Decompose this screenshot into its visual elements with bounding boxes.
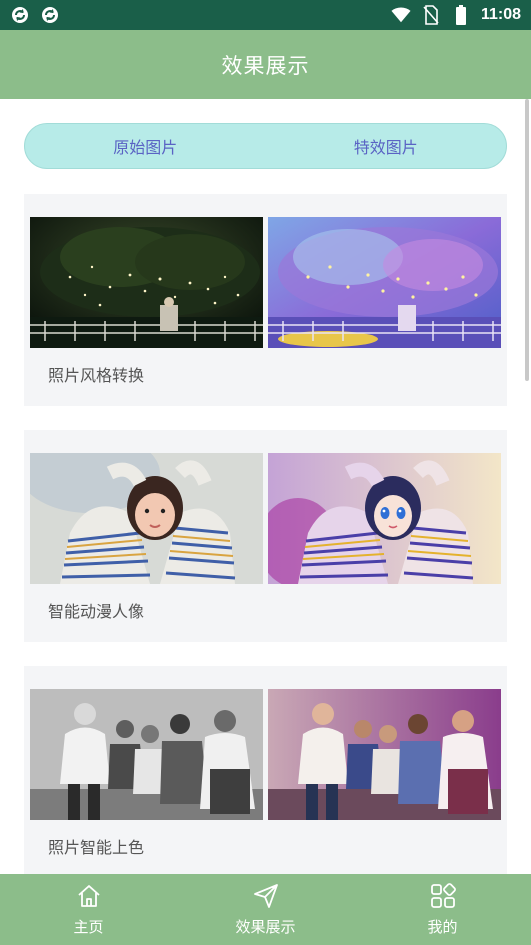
wifi-icon [391, 5, 411, 25]
effect-image [268, 453, 501, 584]
content-scroll[interactable]: 原始图片 特效图片 照片风格转换 智能动漫人像 照片智能上色 [0, 99, 531, 874]
home-icon [77, 885, 100, 907]
card-label: 照片风格转换 [48, 366, 145, 385]
effect-image [268, 217, 501, 348]
effect-image-button[interactable]: 特效图片 [266, 124, 507, 168]
nav-label: 效果展示 [235, 918, 296, 936]
send-icon [253, 884, 278, 908]
effect-card-style-transfer[interactable]: 照片风格转换 [24, 194, 507, 406]
scrollbar[interactable] [525, 99, 529, 381]
status-right-icons: 11:08 [391, 5, 521, 25]
effect-card-anime-portrait[interactable]: 智能动漫人像 [24, 430, 507, 642]
nav-item-mine[interactable]: 我的 [354, 874, 531, 945]
card-label: 照片智能上色 [48, 838, 145, 857]
status-time: 11:08 [480, 6, 521, 23]
nav-label: 我的 [427, 918, 458, 936]
status-left-icons [10, 5, 60, 25]
page-title: 效果展示 [221, 53, 310, 78]
sync-icon [40, 5, 60, 25]
card-images [30, 217, 501, 348]
sync-icon [10, 5, 30, 25]
card-images [30, 689, 501, 820]
original-image-button[interactable]: 原始图片 [25, 124, 266, 168]
bottom-nav: 主页 效果展示 我的 [0, 874, 531, 945]
status-bar: 11:08 [0, 0, 531, 30]
effect-image [268, 689, 501, 820]
app-header: 效果展示 [0, 30, 531, 99]
card-images [30, 453, 501, 584]
grid-icon [430, 883, 456, 908]
no-sim-icon [421, 5, 441, 25]
battery-icon [451, 5, 471, 25]
nav-label: 主页 [73, 918, 104, 936]
original-image [30, 689, 263, 820]
image-toggle: 原始图片 特效图片 [24, 123, 507, 169]
effect-card-colorization[interactable]: 照片智能上色 [24, 666, 507, 874]
card-label: 智能动漫人像 [48, 602, 145, 621]
nav-item-showcase[interactable]: 效果展示 [177, 874, 354, 945]
original-image [30, 217, 263, 348]
original-image [30, 453, 263, 584]
nav-item-home[interactable]: 主页 [0, 874, 177, 945]
